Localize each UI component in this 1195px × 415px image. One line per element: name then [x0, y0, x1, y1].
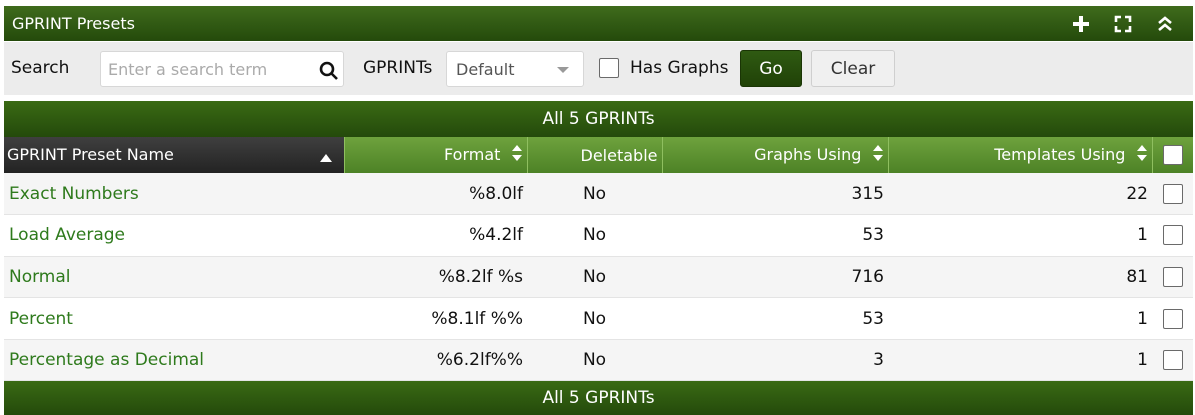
chevron-down-icon: [557, 67, 569, 73]
panel-tools: [1071, 14, 1193, 34]
templates-using-cell: 22: [888, 173, 1152, 216]
panel-header: GPRINT Presets: [4, 6, 1193, 41]
deletable-cell: No: [527, 214, 662, 257]
preset-name-link[interactable]: Load Average: [4, 214, 344, 257]
table-row: Normal %8.2lf %s No 716 81: [4, 256, 1193, 299]
graphs-using-cell: 53: [662, 214, 888, 257]
row-select-cell: [1152, 339, 1193, 382]
navigation-bottom: All 5 GPRINTs: [4, 381, 1193, 415]
column-header-deletable[interactable]: Deletable: [527, 137, 663, 173]
search-icon[interactable]: [319, 61, 339, 85]
select-all-cell: [1152, 137, 1193, 173]
go-button[interactable]: Go: [740, 50, 802, 87]
deletable-cell: No: [527, 256, 662, 299]
preset-name-link[interactable]: Exact Numbers: [4, 173, 344, 216]
sort-icon: [872, 145, 884, 165]
deletable-cell: No: [527, 297, 662, 340]
panel-title: GPRINT Presets: [12, 14, 135, 33]
collapse-icon[interactable]: [1155, 14, 1175, 34]
column-header-templates-using[interactable]: Templates Using: [888, 137, 1153, 173]
row-checkbox[interactable]: [1162, 266, 1183, 287]
graphs-using-cell: 3: [662, 339, 888, 382]
table-row: Percent %8.1lf %% No 53 1: [4, 297, 1193, 340]
row-checkbox[interactable]: [1162, 350, 1183, 371]
nav-summary: All 5 GPRINTs: [542, 388, 655, 408]
row-checkbox[interactable]: [1162, 225, 1183, 246]
format-cell: %4.2lf: [344, 214, 527, 257]
gprint-table: GPRINT Preset Name Format Deletable Grap…: [4, 137, 1193, 382]
row-checkbox[interactable]: [1162, 308, 1183, 329]
clear-button[interactable]: Clear: [811, 50, 895, 87]
column-header-format[interactable]: Format: [344, 137, 528, 173]
row-select-cell: [1152, 173, 1193, 216]
format-cell: %8.1lf %%: [344, 297, 527, 340]
column-header-name[interactable]: GPRINT Preset Name: [4, 137, 345, 173]
table-row: Percentage as Decimal %6.2lf%% No 3 1: [4, 339, 1193, 382]
deletable-cell: No: [527, 339, 662, 382]
sort-icon: [511, 145, 523, 165]
add-icon[interactable]: [1071, 14, 1091, 34]
gprints-label: GPRINTs: [363, 58, 433, 78]
gprints-select[interactable]: Default: [446, 51, 584, 87]
graphs-using-cell: 53: [662, 297, 888, 340]
templates-using-cell: 1: [888, 297, 1152, 340]
graphs-using-cell: 716: [662, 256, 888, 299]
sort-asc-icon: [319, 147, 332, 166]
deletable-cell: No: [527, 173, 662, 216]
has-graphs-label: Has Graphs: [630, 58, 729, 78]
row-select-cell: [1152, 256, 1193, 299]
row-checkbox[interactable]: [1162, 183, 1183, 204]
fullscreen-icon[interactable]: [1113, 14, 1133, 34]
format-cell: %6.2lf%%: [344, 339, 527, 382]
column-header-graphs-using[interactable]: Graphs Using: [662, 137, 889, 173]
preset-name-link[interactable]: Percent: [4, 297, 344, 340]
gprints-selected: Default: [456, 59, 515, 79]
format-cell: %8.2lf %s: [344, 256, 527, 299]
search-box: [100, 51, 344, 87]
table-row: Exact Numbers %8.0lf No 315 22: [4, 173, 1193, 216]
graphs-using-cell: 315: [662, 173, 888, 216]
templates-using-cell: 1: [888, 214, 1152, 257]
filter-bar: Search GPRINTs Default Has Graphs Go Cle…: [4, 42, 1193, 95]
navigation-top: All 5 GPRINTs: [4, 101, 1193, 137]
table-header-row: GPRINT Preset Name Format Deletable Grap…: [4, 137, 1193, 173]
search-label: Search: [11, 58, 70, 78]
search-input[interactable]: [108, 54, 308, 84]
select-all-checkbox[interactable]: [1162, 145, 1183, 166]
table-row: Load Average %4.2lf No 53 1: [4, 214, 1193, 257]
nav-summary: All 5 GPRINTs: [542, 109, 655, 129]
preset-name-link[interactable]: Percentage as Decimal: [4, 339, 344, 382]
templates-using-cell: 1: [888, 339, 1152, 382]
sort-icon: [1136, 145, 1148, 165]
templates-using-cell: 81: [888, 256, 1152, 299]
row-select-cell: [1152, 297, 1193, 340]
row-select-cell: [1152, 214, 1193, 257]
preset-name-link[interactable]: Normal: [4, 256, 344, 299]
format-cell: %8.0lf: [344, 173, 527, 216]
has-graphs-checkbox[interactable]: [599, 58, 619, 78]
